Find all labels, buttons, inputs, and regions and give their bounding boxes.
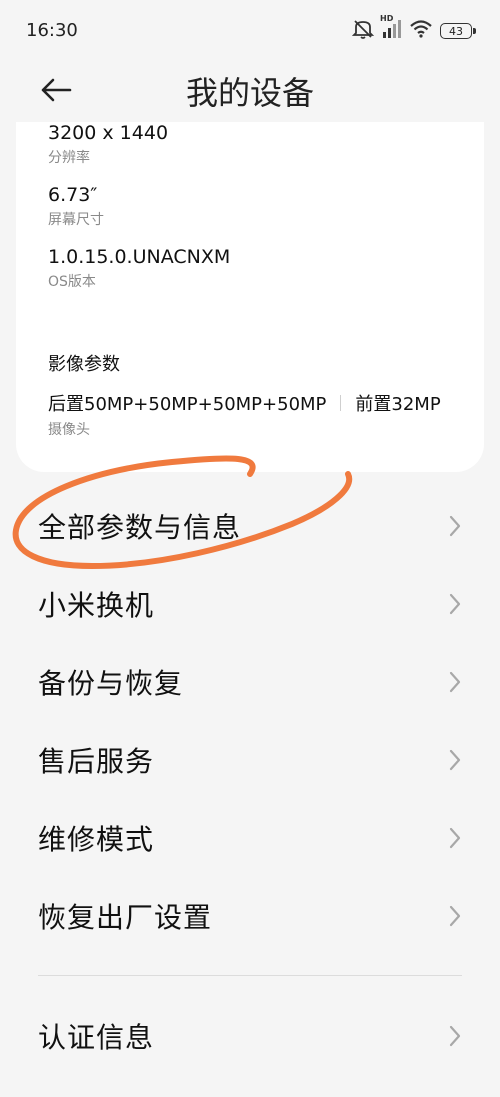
menu-item-phone-transfer[interactable]: 小米换机 xyxy=(0,568,500,640)
device-spec-card: 3200 x 1440 分辨率 6.73″ 屏幕尺寸 1.0.15.0.UNAC… xyxy=(16,122,484,472)
header: 我的设备 xyxy=(0,62,500,122)
menu-item-label: 备份与恢复 xyxy=(38,667,184,700)
front-camera-value: 前置32MP xyxy=(355,394,441,415)
screen-size-value: 6.73″ xyxy=(48,184,98,206)
camera-spec: 后置50MP+50MP+50MP+50MP 前置32MP 摄像头 xyxy=(48,390,441,439)
page-title: 我的设备 xyxy=(185,74,314,112)
hd-label: HD xyxy=(380,14,394,23)
resolution-label: 分辨率 xyxy=(48,150,90,166)
resolution-value: 3200 x 1440 xyxy=(48,122,169,144)
section-divider xyxy=(38,975,462,976)
camera-section: 影像参数 xyxy=(48,350,120,376)
menu-item-factory-reset[interactable]: 恢复出厂设置 xyxy=(0,880,500,952)
wifi-icon xyxy=(410,20,432,42)
status-icons: HD 43 xyxy=(351,14,476,43)
camera-separator xyxy=(340,395,342,411)
menu-item-after-sales[interactable]: 售后服务 xyxy=(0,724,500,796)
os-version-label: OS版本 xyxy=(48,274,96,290)
chevron-right-icon xyxy=(449,515,461,537)
signal-icon: HD xyxy=(380,14,402,42)
resolution-spec: 3200 x 1440 分辨率 xyxy=(48,122,168,167)
status-time: 16:30 xyxy=(26,20,78,41)
os-version-value: 1.0.15.0.UNACNXM xyxy=(48,246,231,268)
menu-item-certification[interactable]: 认证信息 xyxy=(0,1000,500,1072)
menu-item-label: 维修模式 xyxy=(38,823,155,856)
camera-label: 摄像头 xyxy=(48,422,90,438)
menu-item-repair-mode[interactable]: 维修模式 xyxy=(0,802,500,874)
os-version-spec: 1.0.15.0.UNACNXM OS版本 xyxy=(48,246,230,291)
mute-icon xyxy=(351,19,375,43)
battery-icon: 43 xyxy=(440,23,476,39)
menu-item-label: 认证信息 xyxy=(38,1021,155,1054)
menu-item-label: 售后服务 xyxy=(38,745,155,778)
chevron-right-icon xyxy=(449,1025,461,1047)
camera-values: 后置50MP+50MP+50MP+50MP 前置32MP xyxy=(48,390,441,416)
menu-item-label: 恢复出厂设置 xyxy=(38,901,213,934)
menu-item-label: 小米换机 xyxy=(38,589,155,622)
status-bar: 16:30 HD 43 xyxy=(0,0,500,62)
chevron-right-icon xyxy=(449,905,461,927)
chevron-right-icon xyxy=(449,827,461,849)
menu-item-label: 全部参数与信息 xyxy=(38,511,242,544)
screen-size-label: 屏幕尺寸 xyxy=(48,212,104,228)
menu-item-backup-restore[interactable]: 备份与恢复 xyxy=(0,646,500,718)
camera-section-title: 影像参数 xyxy=(48,354,120,375)
rear-camera-value: 后置50MP+50MP+50MP+50MP xyxy=(48,394,327,415)
menu-item-all-specs[interactable]: 全部参数与信息 xyxy=(0,490,500,562)
chevron-right-icon xyxy=(449,749,461,771)
screen-size-spec: 6.73″ 屏幕尺寸 xyxy=(48,184,104,229)
chevron-right-icon xyxy=(449,671,461,693)
chevron-right-icon xyxy=(449,593,461,615)
